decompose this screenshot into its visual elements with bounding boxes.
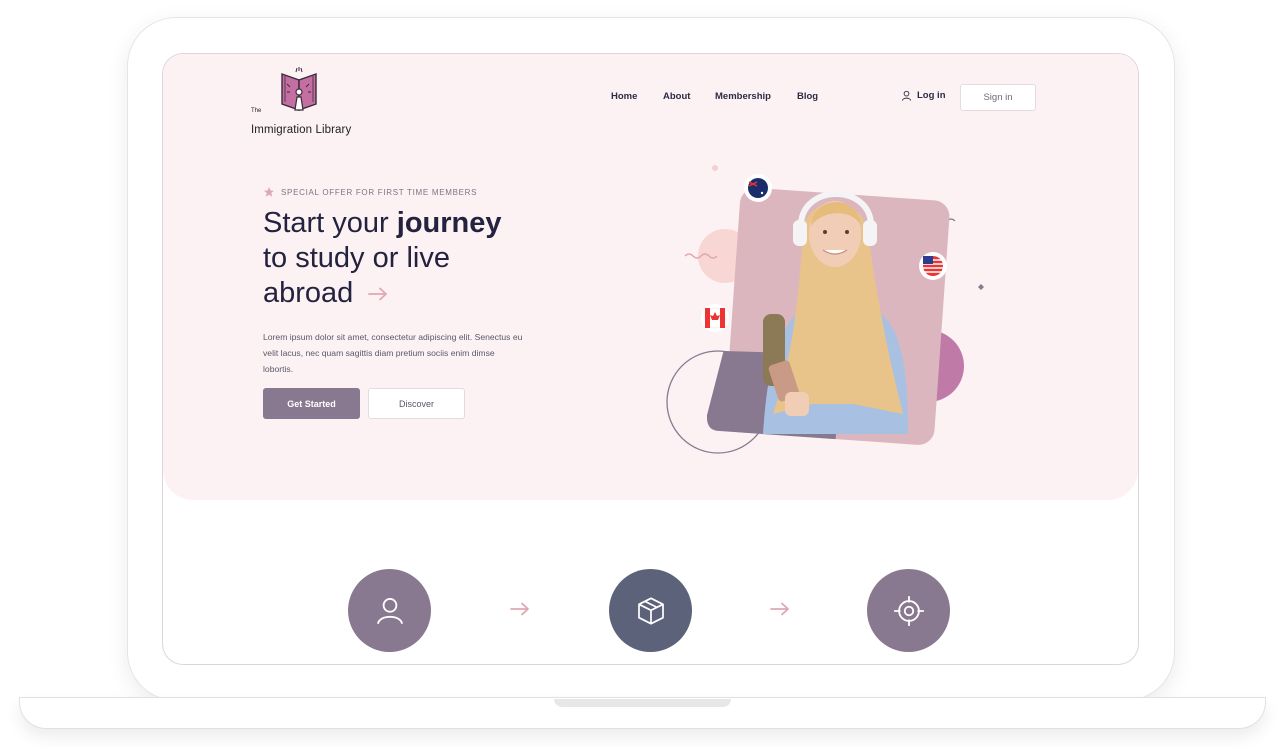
nav-home[interactable]: Home — [611, 91, 637, 102]
step-target[interactable] — [867, 569, 950, 652]
logo[interactable]: The Immigration Library — [249, 66, 369, 136]
headline-bold: journey — [396, 207, 502, 239]
hero-headline: Start your journey to study or live abro… — [263, 206, 553, 311]
discover-button[interactable]: Discover — [368, 388, 465, 419]
step-package[interactable] — [609, 569, 692, 652]
hero-illustration — [666, 165, 984, 454]
box-icon — [637, 596, 664, 625]
user-icon — [376, 597, 403, 624]
nav-membership[interactable]: Membership — [715, 91, 771, 102]
star-icon — [264, 187, 274, 197]
login-link[interactable]: Log in — [901, 90, 946, 101]
book-logo-icon — [281, 67, 317, 111]
target-icon — [893, 595, 924, 626]
special-offer-badge: SPECIAL OFFER FOR FIRST TIME MEMBERS — [263, 186, 477, 198]
logo-prefix: The — [251, 108, 262, 114]
step-profile[interactable] — [348, 569, 431, 652]
headline-part-1: Start your — [263, 207, 397, 239]
arrow-right-icon — [368, 287, 388, 301]
laptop-screen: The Immigration Library Home About Membe… — [163, 54, 1138, 664]
logo-title: Immigration Library — [251, 124, 352, 136]
nav-blog[interactable]: Blog — [797, 91, 818, 102]
user-icon — [901, 90, 912, 101]
hero-section: The Immigration Library Home About Membe… — [163, 54, 1138, 500]
laptop-notch — [554, 699, 731, 707]
arrow-right-icon — [770, 602, 789, 616]
headline-part-2: to study or live — [263, 242, 450, 274]
login-label: Log in — [917, 90, 946, 101]
nav-about[interactable]: About — [663, 91, 690, 102]
offer-text: SPECIAL OFFER FOR FIRST TIME MEMBERS — [281, 187, 478, 197]
arrow-right-icon — [510, 602, 529, 616]
signin-button[interactable]: Sign in — [960, 84, 1036, 111]
headline-part-3: abroad — [263, 277, 354, 309]
get-started-button[interactable]: Get Started — [263, 388, 360, 419]
hero-description: Lorem ipsum dolor sit amet, consectetur … — [263, 331, 523, 374]
